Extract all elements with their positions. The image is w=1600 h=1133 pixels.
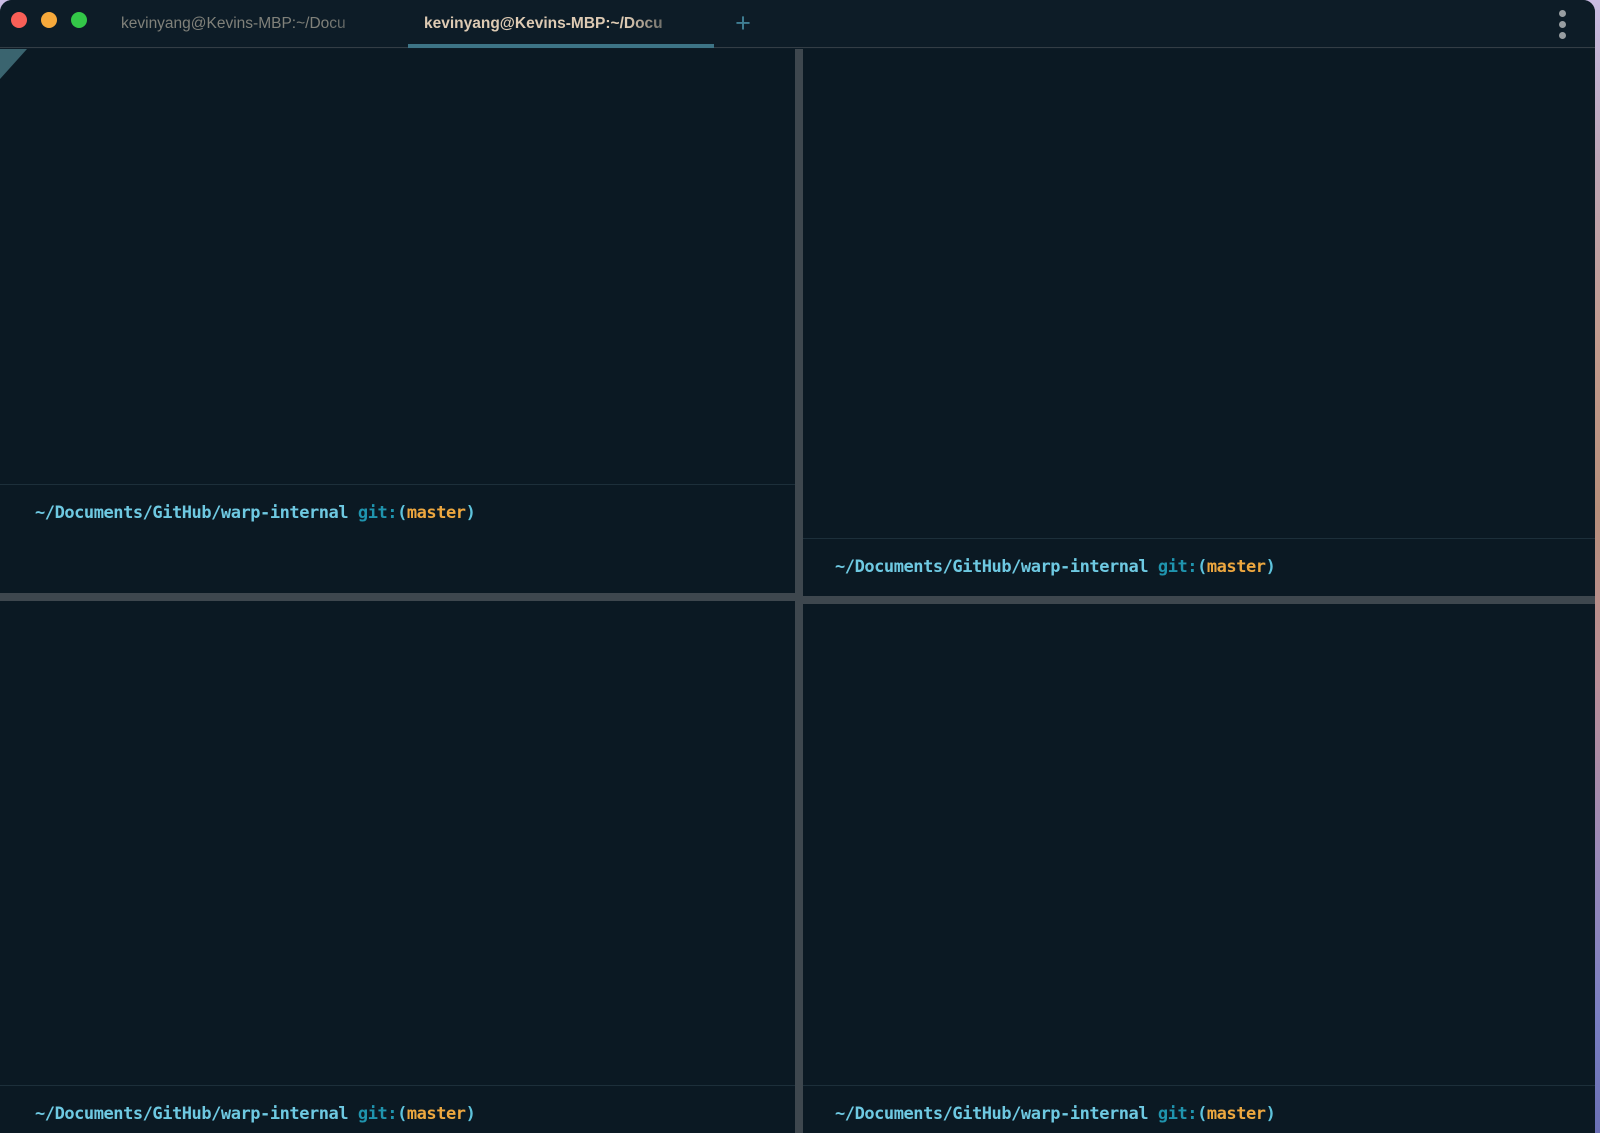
prompt-block[interactable]: ~/Documents/GitHub/warp-internal git:(ma… <box>0 1085 795 1124</box>
git-branch-name: master <box>407 503 466 523</box>
prompt-close-paren: ) <box>466 503 476 523</box>
terminal-pane-top-right[interactable]: ~/Documents/GitHub/warp-internal git:(ma… <box>803 49 1595 596</box>
prompt-open-paren: ( <box>1197 557 1207 577</box>
terminal-pane-top-left[interactable]: ~/Documents/GitHub/warp-internal git:(ma… <box>0 49 795 593</box>
shell-prompt: ~/Documents/GitHub/warp-internal git:(ma… <box>803 1104 1595 1124</box>
horizontal-pane-divider[interactable] <box>0 593 795 601</box>
pane-grid: ~/Documents/GitHub/warp-internal git:(ma… <box>0 49 1595 1133</box>
git-branch-name: master <box>407 1104 466 1124</box>
traffic-lights <box>11 12 87 28</box>
prompt-separator: : <box>387 503 397 523</box>
prompt-path: ~/Documents/GitHub/warp-internal <box>835 1104 1148 1124</box>
minimize-window-button[interactable] <box>41 12 57 28</box>
prompt-block[interactable]: ~/Documents/GitHub/warp-internal git:(ma… <box>803 1085 1595 1124</box>
prompt-close-paren: ) <box>466 1104 476 1124</box>
tab-terminal-2-active[interactable]: kevinyang@Kevins-MBP:~/Docu <box>408 0 706 48</box>
tab-title: kevinyang@Kevins-MBP:~/Docu <box>424 0 706 48</box>
prompt-open-paren: ( <box>397 1104 407 1124</box>
tab-bar: kevinyang@Kevins-MBP:~/Docu kevinyang@Ke… <box>0 0 1595 48</box>
terminal-pane-bottom-right[interactable]: ~/Documents/GitHub/warp-internal git:(ma… <box>803 604 1595 1133</box>
prompt-separator: : <box>1187 557 1197 577</box>
active-tab-indicator <box>408 44 714 48</box>
prompt-path: ~/Documents/GitHub/warp-internal <box>35 503 348 523</box>
kebab-menu-icon <box>1559 10 1566 17</box>
tab-terminal-1[interactable]: kevinyang@Kevins-MBP:~/Docu <box>105 0 406 48</box>
git-branch-name: master <box>1207 1104 1266 1124</box>
prompt-close-paren: ) <box>1266 557 1276 577</box>
shell-prompt: ~/Documents/GitHub/warp-internal git:(ma… <box>0 1104 795 1124</box>
prompt-separator: : <box>1187 1104 1197 1124</box>
prompt-open-paren: ( <box>1197 1104 1207 1124</box>
horizontal-pane-divider[interactable] <box>803 596 1595 604</box>
prompt-open-paren: ( <box>397 503 407 523</box>
prompt-git-label: git <box>348 1104 387 1124</box>
prompt-close-paren: ) <box>1266 1104 1276 1124</box>
terminal-pane-bottom-left[interactable]: ~/Documents/GitHub/warp-internal git:(ma… <box>0 601 795 1133</box>
prompt-git-label: git <box>1148 557 1187 577</box>
prompt-separator: : <box>387 1104 397 1124</box>
kebab-menu-icon <box>1559 32 1566 39</box>
pane-column-right: ~/Documents/GitHub/warp-internal git:(ma… <box>803 49 1595 1133</box>
close-window-button[interactable] <box>11 12 27 28</box>
vertical-pane-divider[interactable] <box>795 49 803 1133</box>
plus-icon: + <box>735 8 751 38</box>
maximize-window-button[interactable] <box>71 12 87 28</box>
kebab-menu-icon <box>1559 21 1566 28</box>
tab-title: kevinyang@Kevins-MBP:~/Docu <box>121 0 406 48</box>
prompt-path: ~/Documents/GitHub/warp-internal <box>835 557 1148 577</box>
git-branch-name: master <box>1207 557 1266 577</box>
pane-column-left: ~/Documents/GitHub/warp-internal git:(ma… <box>0 49 795 1133</box>
pane-focus-corner-icon <box>0 49 27 79</box>
prompt-block[interactable]: ~/Documents/GitHub/warp-internal git:(ma… <box>0 484 795 523</box>
more-options-button[interactable] <box>1547 9 1577 39</box>
shell-prompt: ~/Documents/GitHub/warp-internal git:(ma… <box>0 503 795 523</box>
prompt-block[interactable]: ~/Documents/GitHub/warp-internal git:(ma… <box>803 538 1595 577</box>
prompt-path: ~/Documents/GitHub/warp-internal <box>35 1104 348 1124</box>
shell-prompt: ~/Documents/GitHub/warp-internal git:(ma… <box>803 557 1595 577</box>
prompt-git-label: git <box>348 503 387 523</box>
new-tab-button[interactable]: + <box>728 9 758 39</box>
terminal-window: kevinyang@Kevins-MBP:~/Docu kevinyang@Ke… <box>0 0 1595 1133</box>
prompt-git-label: git <box>1148 1104 1187 1124</box>
